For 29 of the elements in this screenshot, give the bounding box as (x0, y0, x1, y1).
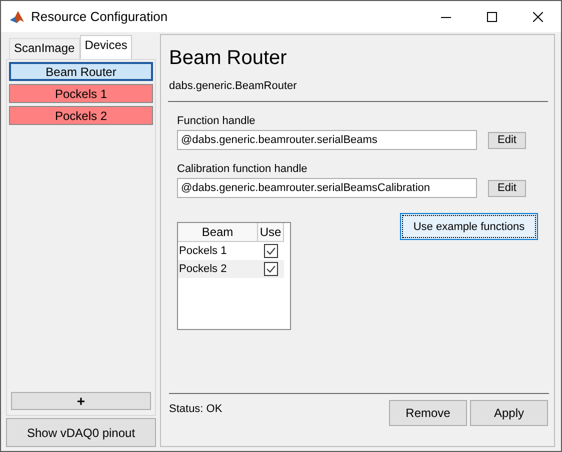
class-name: dabs.generic.BeamRouter (169, 80, 298, 92)
tab[interactable]: ScanImage (9, 38, 80, 59)
device-item[interactable]: Beam Router (9, 62, 153, 81)
action-button[interactable]: Apply (470, 400, 548, 426)
maximize-icon[interactable] (487, 12, 497, 22)
example-functions-button[interactable]: Use example functions (400, 213, 538, 240)
edit-button[interactable]: Edit (488, 132, 526, 148)
device-title: Beam Router (169, 47, 288, 71)
add-button[interactable]: + (11, 392, 151, 410)
table-cell: Pockels 2 (178, 260, 258, 278)
function-handle-field[interactable]: @dabs.generic.beamrouter.serialBeams (177, 130, 477, 150)
field-label: Calibration function handle (177, 163, 308, 175)
device-item[interactable]: Pockels 2 (9, 106, 153, 125)
close-icon[interactable] (533, 12, 543, 22)
action-button[interactable]: Remove (389, 400, 467, 426)
use-checkbox[interactable] (264, 262, 278, 276)
column-header: Beam (178, 223, 258, 242)
use-checkbox[interactable] (264, 244, 278, 258)
table-cell-text: Pockels 1 (178, 244, 228, 259)
app-logo-icon (9, 8, 25, 24)
tab[interactable]: Devices (80, 35, 132, 59)
status-text: Status: OK (169, 403, 224, 415)
window-title: Resource Configuration (31, 9, 169, 24)
edit-button[interactable]: Edit (488, 180, 526, 196)
column-header: Use (258, 223, 284, 242)
function-handle-field[interactable]: @dabs.generic.beamrouter.serialBeamsCalibration (177, 178, 477, 198)
device-item[interactable]: Pockels 1 (9, 84, 153, 103)
pinout-button[interactable]: Show vDAQ0 pinout (6, 418, 156, 447)
field-label: Function handle (177, 115, 256, 127)
